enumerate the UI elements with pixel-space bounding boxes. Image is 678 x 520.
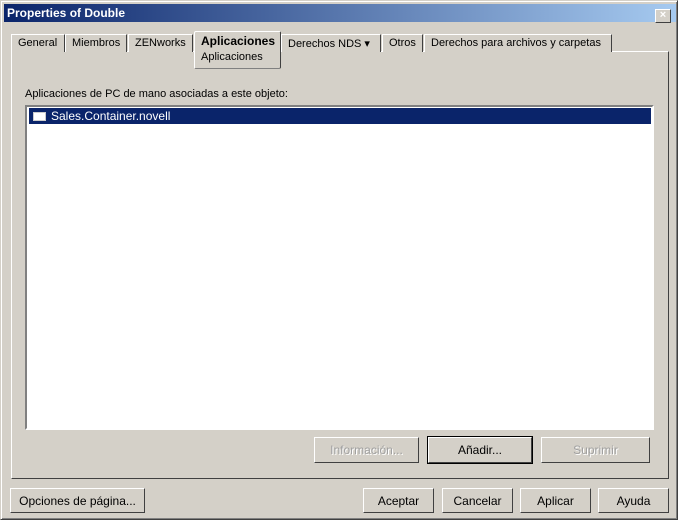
cancel-button[interactable]: Cancelar: [442, 488, 513, 513]
tab-label: Aplicaciones: [201, 34, 276, 48]
tab-zenworks[interactable]: ZENworks: [128, 34, 193, 52]
window-title: Properties of Double: [7, 6, 126, 20]
ok-button[interactable]: Aceptar: [363, 488, 434, 513]
help-button[interactable]: Ayuda: [598, 488, 669, 513]
apply-button[interactable]: Aplicar: [520, 488, 591, 513]
page-options-button[interactable]: Opciones de página...: [10, 488, 145, 513]
applications-list[interactable]: Sales.Container.novell: [25, 105, 654, 430]
item-label: Sales.Container.novell: [51, 109, 171, 123]
tab-derechos-nds[interactable]: Derechos NDS ▾: [281, 34, 381, 52]
add-button[interactable]: Añadir...: [427, 436, 533, 464]
tab-otros[interactable]: Otros: [382, 34, 423, 52]
subtab-aplicaciones[interactable]: Aplicaciones: [201, 51, 274, 63]
close-button[interactable]: ×: [655, 9, 671, 23]
properties-dialog: Properties of Double × General Miembros …: [0, 0, 678, 520]
info-button[interactable]: Información...: [314, 437, 419, 463]
list-label: Aplicaciones de PC de mano asociadas a e…: [25, 88, 288, 100]
list-item[interactable]: Sales.Container.novell: [29, 108, 651, 124]
application-icon: [33, 112, 46, 121]
title-bar: Properties of Double ×: [4, 4, 676, 23]
tab-miembros[interactable]: Miembros: [65, 34, 127, 52]
tab-general[interactable]: General: [11, 34, 65, 52]
tab-derechos-archivos[interactable]: Derechos para archivos y carpetas: [424, 34, 612, 52]
delete-button[interactable]: Suprimir: [541, 437, 650, 463]
tab-aplicaciones[interactable]: Aplicaciones Aplicaciones: [194, 31, 281, 69]
